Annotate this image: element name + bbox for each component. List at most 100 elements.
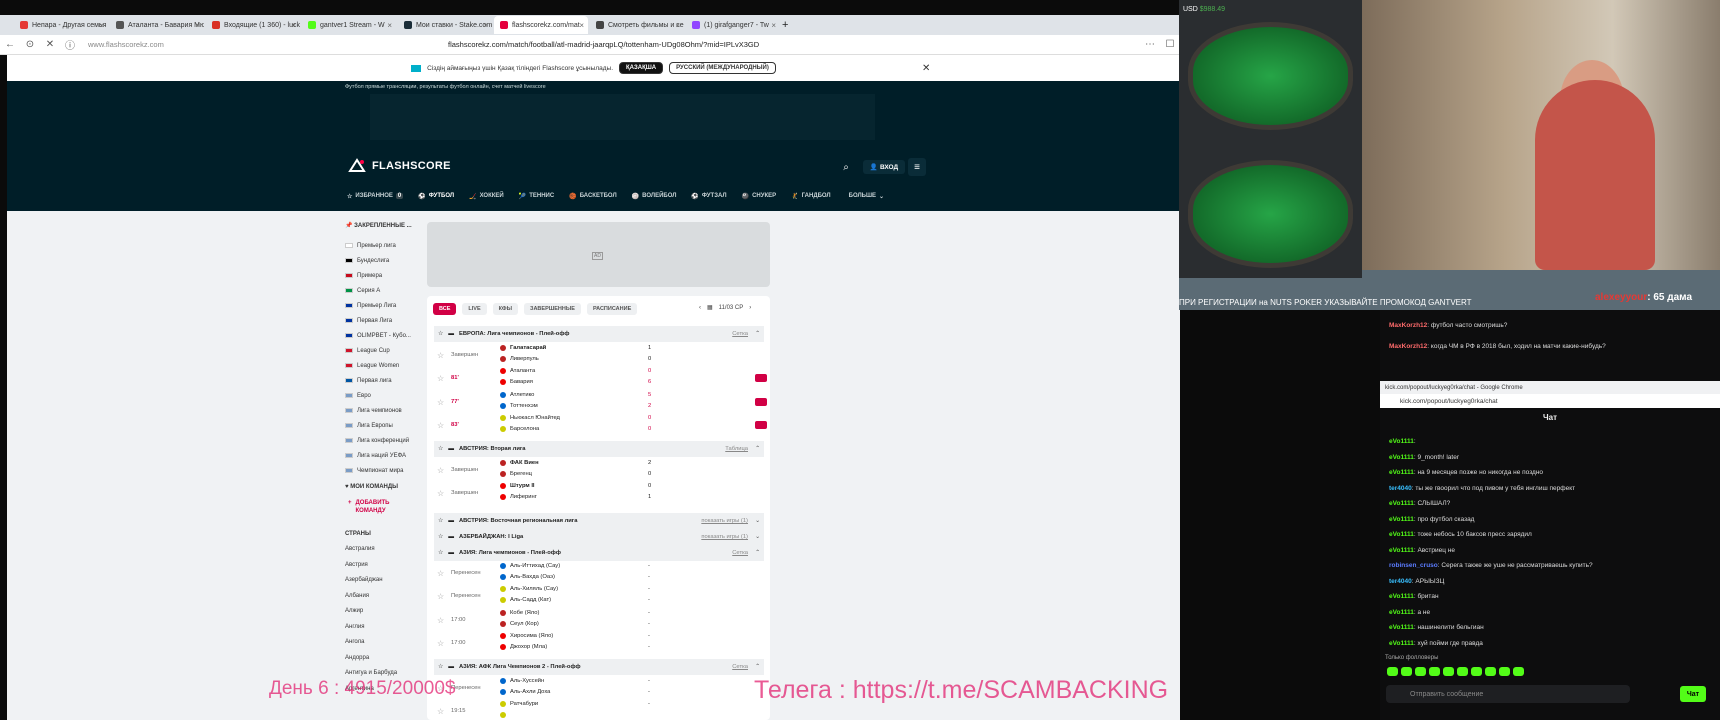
chevron-icon[interactable]: ⌃ <box>755 664 760 670</box>
favorite-star-icon[interactable]: ☆ <box>437 616 444 625</box>
live-tv-icon[interactable] <box>755 374 767 382</box>
emote-icon[interactable] <box>1471 667 1482 676</box>
emote-icon[interactable] <box>1457 667 1468 676</box>
bookmark-icon[interactable]: ☐ <box>1160 39 1180 50</box>
chevron-icon[interactable]: ⌄ <box>755 518 760 524</box>
nav-6[interactable]: 🏐 ВОЛЕЙБОЛ <box>632 190 677 202</box>
chat-username[interactable]: eVo1111 <box>1389 500 1414 507</box>
browser-tab[interactable]: flashscorekz.com/mat × <box>494 16 588 34</box>
match-row[interactable]: ☆ 81' Аталанта 0 Бавария 6 <box>434 368 767 390</box>
chat-username[interactable]: eVo1111 <box>1389 438 1414 445</box>
sidebar-country-item[interactable]: Ангола <box>345 639 421 655</box>
emote-icon[interactable] <box>1387 667 1398 676</box>
sidebar-league-item[interactable]: Серия А <box>345 283 421 298</box>
new-tab-icon[interactable]: + <box>782 19 788 31</box>
tab-close-icon[interactable]: × <box>675 21 680 30</box>
more-icon[interactable]: ⋯ <box>1140 39 1160 50</box>
chat-username[interactable]: MaxKorzh12 <box>1389 322 1427 329</box>
sidebar-league-item[interactable]: Лига Европы <box>345 418 421 433</box>
nav-9[interactable]: 🤾 ГАНДБОЛ <box>791 190 831 202</box>
sidebar-league-item[interactable]: OLIMPBET - Кубо... <box>345 328 421 343</box>
chat-username[interactable]: eVo1111 <box>1389 609 1414 616</box>
sidebar-country-item[interactable]: Албания <box>345 593 421 609</box>
close-icon[interactable]: ✕ <box>922 63 930 74</box>
tab-close-icon[interactable]: × <box>483 21 488 30</box>
filter-tab[interactable]: КФЫ <box>492 303 519 315</box>
chevron-icon[interactable]: ⌄ <box>755 534 760 540</box>
tab-close-icon[interactable]: × <box>99 21 104 30</box>
logo[interactable]: FLASHSCORE <box>348 158 451 174</box>
sidebar-league-item[interactable]: Первая лига <box>345 373 421 388</box>
sidebar-league-item[interactable]: Премьер лига <box>345 238 421 253</box>
competition-link[interactable]: показать игры (1) <box>701 534 748 540</box>
browser-tab[interactable]: Смотреть фильмы и сер × <box>590 16 684 34</box>
shield-icon[interactable]: ⊙ <box>20 39 40 50</box>
emote-icon[interactable] <box>1443 667 1454 676</box>
pin-star-icon[interactable]: ☆ <box>438 446 443 452</box>
sidebar-league-item[interactable]: Примера <box>345 268 421 283</box>
chat-username[interactable]: ter4040 <box>1389 578 1412 585</box>
sidebar-league-item[interactable]: League Cup <box>345 343 421 358</box>
sidebar-league-item[interactable]: Евро <box>345 388 421 403</box>
tab-close-icon[interactable]: × <box>387 21 392 30</box>
competition-link[interactable]: показать игры (1) <box>701 518 748 524</box>
match-row[interactable]: ☆ Завершен Штурм II 0 Лиферинг 1 <box>434 483 764 505</box>
next-day-icon[interactable]: › <box>749 305 751 311</box>
emote-icon[interactable] <box>1485 667 1496 676</box>
competition-header[interactable]: ☆ ▬ АВСТРИЯ: Восточная региональная лига по… <box>434 513 764 529</box>
sidebar-country-item[interactable]: Алжир <box>345 608 421 624</box>
favorite-star-icon[interactable]: ☆ <box>437 639 444 648</box>
sidebar-league-item[interactable]: Чемпионат мира <box>345 463 421 478</box>
sidebar-country-item[interactable]: Андорра <box>345 655 421 671</box>
competition-header[interactable]: ☆ ▬ АВСТРИЯ: Вторая лига Таблица ⌃ <box>434 441 764 457</box>
sidebar-country-item[interactable]: Австрия <box>345 562 421 578</box>
match-row[interactable]: ☆ 83' Ньюкасл Юнайтед 0 Барселона 0 <box>434 415 767 437</box>
match-row[interactable]: ☆ Перенесен Аль-Хиляль (Сау) - Аль-Садд (Кат… <box>434 586 764 608</box>
login-button[interactable]: 👤 ВХОД <box>863 160 905 174</box>
match-row[interactable]: ☆ Перенесен Аль-Хуссейн - Аль-Ахли Доха - <box>434 678 764 700</box>
nav-1[interactable]: ☆ ИЗБРАННОЕ 0 <box>347 190 404 202</box>
pin-star-icon[interactable]: ☆ <box>438 534 443 540</box>
pin-star-icon[interactable]: ☆ <box>438 550 443 556</box>
browser-tab[interactable]: Мои ставки - Stake.com × <box>398 16 492 34</box>
chat-username[interactable]: eVo1111 <box>1389 531 1414 538</box>
nav-10[interactable]: БОЛЬШЕ ⌄ <box>846 190 884 202</box>
add-team-button[interactable]: + ДОБАВИТЬ КОМАНДУ <box>348 499 421 515</box>
live-tv-icon[interactable] <box>755 398 767 406</box>
favorite-star-icon[interactable]: ☆ <box>437 374 444 383</box>
nav-3[interactable]: 🏒 ХОККЕЙ <box>469 190 504 202</box>
favorite-star-icon[interactable]: ☆ <box>437 466 444 475</box>
chat-username[interactable]: eVo1111 <box>1389 454 1414 461</box>
menu-icon[interactable]: ≡ <box>908 158 926 176</box>
chat-username[interactable]: ter4040 <box>1389 485 1412 492</box>
favorite-star-icon[interactable]: ☆ <box>437 351 444 360</box>
chevron-icon[interactable]: ⌃ <box>755 446 760 452</box>
chat-username[interactable]: eVo1111 <box>1389 640 1414 647</box>
nav-5[interactable]: 🏀 БАСКЕТБОЛ <box>569 190 616 202</box>
sidebar-league-item[interactable]: League Women <box>345 358 421 373</box>
match-row[interactable]: ☆ Завершен Галатасарай 1 Ливерпуль 0 <box>434 345 764 367</box>
favorite-star-icon[interactable]: ☆ <box>437 398 444 407</box>
chat-username[interactable]: eVo1111 <box>1389 469 1414 476</box>
pin-star-icon[interactable]: ☆ <box>438 331 443 337</box>
emote-icon[interactable] <box>1429 667 1440 676</box>
russian-button[interactable]: РУССКИЙ (МЕЖДУНАРОДНЫЙ) <box>669 62 776 74</box>
tab-close-icon[interactable]: × <box>771 21 776 30</box>
emote-icon[interactable] <box>1415 667 1426 676</box>
chat-username[interactable]: eVo1111 <box>1389 593 1414 600</box>
competition-link[interactable]: Сетка <box>732 664 748 670</box>
match-row[interactable]: ☆ 17:00 Кобе (Яло) - Сеул (Кор) - <box>434 610 764 632</box>
competition-header[interactable]: ☆ ▬ АЗИЯ: Лига чемпионов - Плей-офф Сетка ⌃ <box>434 545 764 561</box>
browser-tab[interactable]: Входящие (1 360) - lucky × <box>206 16 300 34</box>
chat-username[interactable]: robinsen_cruso <box>1389 562 1438 569</box>
url-domain[interactable]: www.flashscorekz.com <box>88 40 448 49</box>
pin-star-icon[interactable]: ☆ <box>438 664 443 670</box>
pin-star-icon[interactable]: ☆ <box>438 518 443 524</box>
favorite-star-icon[interactable]: ☆ <box>437 707 444 716</box>
reload-icon[interactable]: ✕ <box>40 39 60 50</box>
chevron-icon[interactable]: ⌃ <box>755 331 760 337</box>
match-row[interactable]: ☆ 77' Атлетико 5 Тоттенхэм 2 <box>434 392 767 414</box>
emote-icon[interactable] <box>1401 667 1412 676</box>
filter-tab[interactable]: РАСПИСАНИЕ <box>586 303 638 315</box>
nav-8[interactable]: 🎱 СНУКЕР <box>742 190 777 202</box>
